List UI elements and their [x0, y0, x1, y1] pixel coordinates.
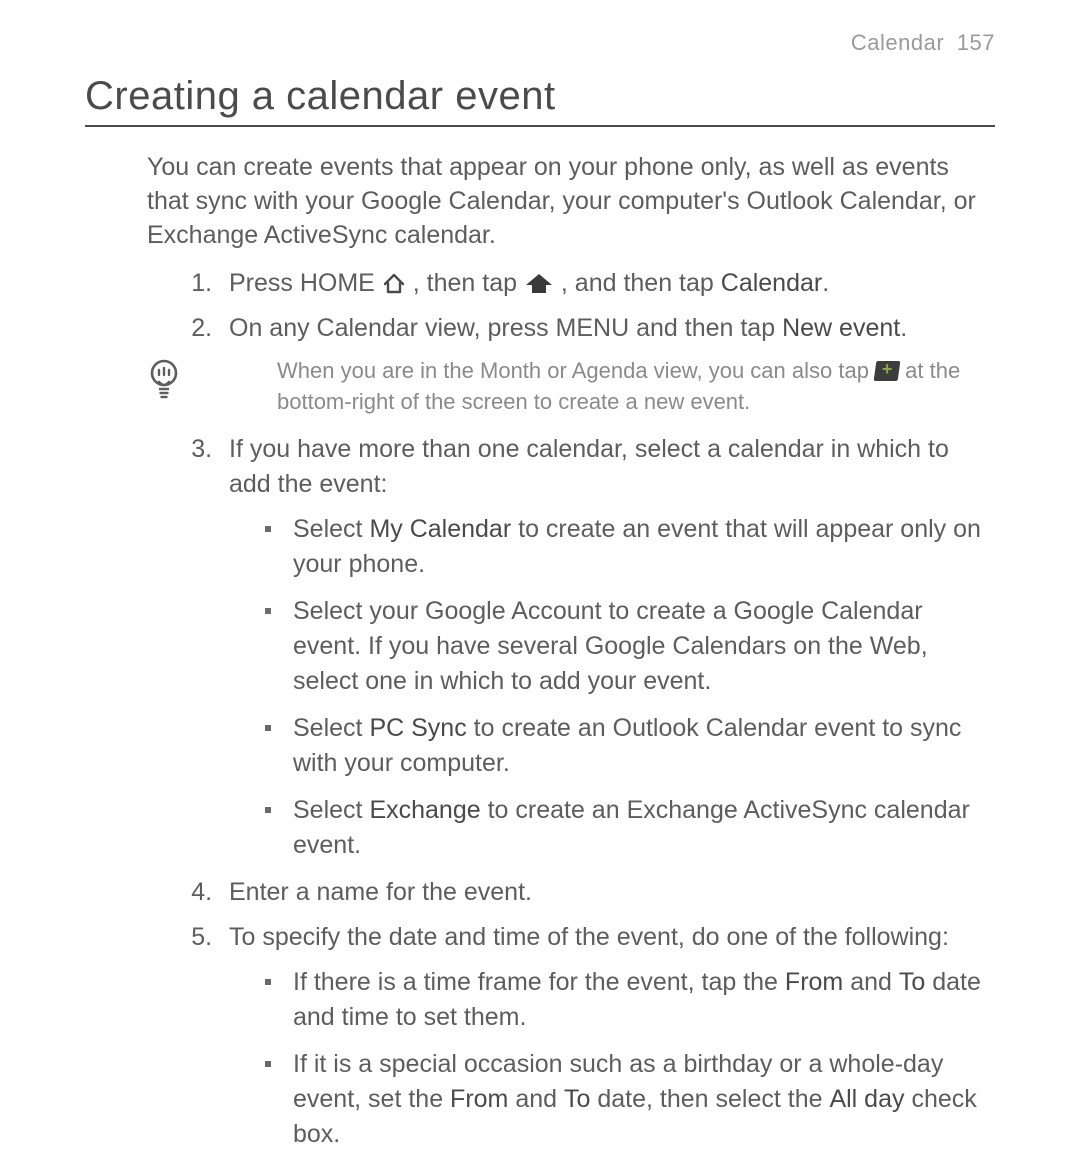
home-outline-icon: [382, 272, 406, 294]
my-calendar-label: My Calendar: [369, 515, 511, 543]
pc-sync-label: PC Sync: [369, 714, 466, 742]
text: .: [900, 314, 907, 342]
text: , and then tap: [561, 269, 721, 297]
text: On any Calendar view, press MENU and the…: [229, 314, 782, 342]
step-3: If you have more than one calendar, sele…: [219, 432, 995, 863]
calendar-label: Calendar: [721, 269, 822, 297]
text: Select: [293, 714, 369, 742]
list-item: Select Exchange to create an Exchange Ac…: [265, 793, 995, 863]
home-solid-icon: [524, 272, 554, 294]
to-label: To: [564, 1085, 590, 1113]
tip-text: When you are in the Month or Agenda view…: [277, 356, 995, 418]
page-title: Creating a calendar event: [85, 74, 995, 119]
new-event-label: New event: [782, 314, 900, 342]
text: When you are in the Month or Agenda view…: [277, 358, 875, 383]
running-header: Calendar 157: [85, 30, 995, 56]
title-rule: [85, 125, 995, 127]
tip-callout: When you are in the Month or Agenda view…: [147, 356, 995, 418]
from-label: From: [785, 968, 843, 996]
step-3-sublist: Select My Calendar to create an event th…: [229, 512, 995, 863]
list-item: If it is a special occasion such as a bi…: [265, 1047, 995, 1152]
text: Select: [293, 796, 369, 824]
text: , then tap: [413, 269, 524, 297]
list-item: If there is a time frame for the event, …: [265, 965, 995, 1035]
list-item: Select PC Sync to create an Outlook Cale…: [265, 711, 995, 781]
text: Press HOME: [229, 269, 382, 297]
to-label: To: [899, 968, 925, 996]
list-item: Select My Calendar to create an event th…: [265, 512, 995, 582]
step-1: Press HOME , then tap , and then tap Cal…: [219, 266, 995, 301]
step-4: Enter a name for the event.: [219, 875, 995, 910]
text: .: [822, 269, 829, 297]
text: Select your Google Account to create a G…: [293, 597, 928, 695]
body: You can create events that appear on you…: [147, 151, 995, 1152]
steps-list-cont: If you have more than one calendar, sele…: [147, 432, 995, 1152]
text: and: [508, 1085, 564, 1113]
steps-list: Press HOME , then tap , and then tap Cal…: [147, 266, 995, 346]
list-item: Select your Google Account to create a G…: [265, 594, 995, 699]
page-number: 157: [957, 30, 995, 55]
document-page: Calendar 157 Creating a calendar event Y…: [0, 0, 1080, 1080]
all-day-label: All day: [829, 1085, 904, 1113]
text: Enter a name for the event.: [229, 878, 532, 906]
new-event-plus-icon: [874, 361, 901, 381]
text: and: [843, 968, 899, 996]
text: To specify the date and time of the even…: [229, 923, 949, 951]
lightbulb-tip-icon: [147, 356, 209, 407]
text: If there is a time frame for the event, …: [293, 968, 785, 996]
section-name: Calendar: [851, 30, 944, 55]
text: Select: [293, 515, 369, 543]
intro-paragraph: You can create events that appear on you…: [147, 151, 995, 252]
from-label: From: [450, 1085, 508, 1113]
text: date, then select the: [590, 1085, 829, 1113]
exchange-label: Exchange: [369, 796, 480, 824]
step-5-sublist: If there is a time frame for the event, …: [229, 965, 995, 1152]
step-5: To specify the date and time of the even…: [219, 920, 995, 1152]
text: If you have more than one calendar, sele…: [229, 435, 949, 498]
step-2: On any Calendar view, press MENU and the…: [219, 311, 995, 346]
